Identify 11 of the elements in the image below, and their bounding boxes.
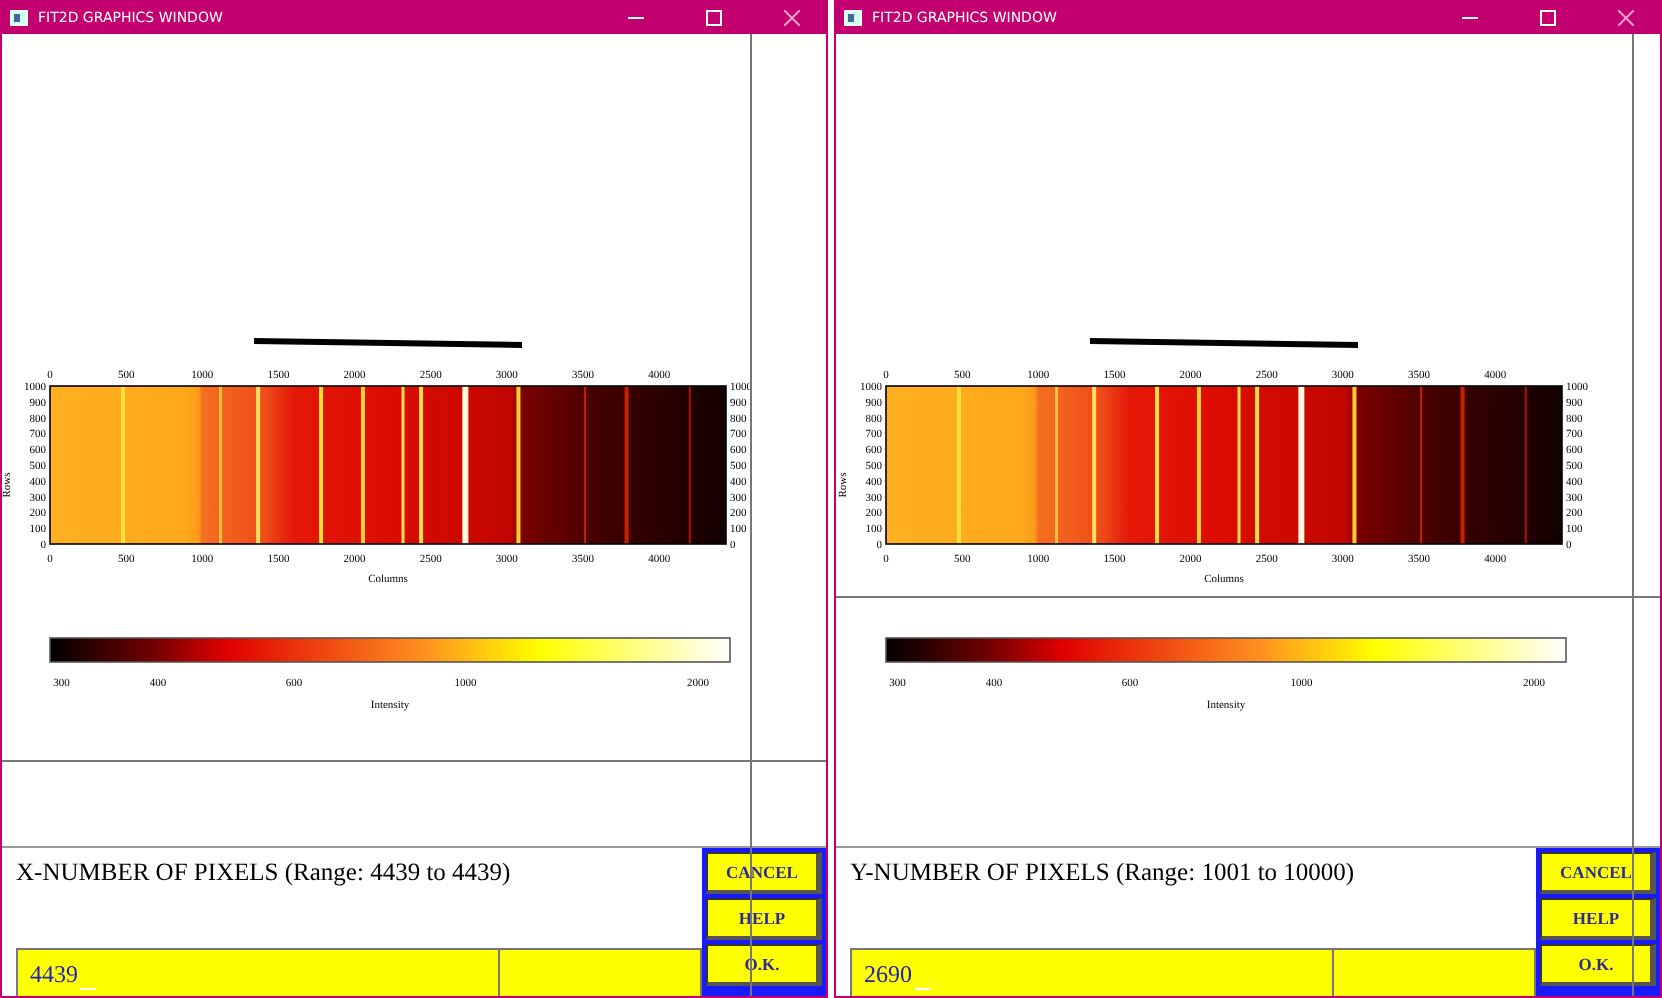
dialog-button[interactable]: CANCEL bbox=[1540, 852, 1656, 894]
dialog-button[interactable]: HELP bbox=[1540, 898, 1656, 940]
maximize-icon bbox=[706, 9, 722, 25]
prompt-text: X-NUMBER OF PIXELS (Range: 4439 to 4439) bbox=[14, 856, 513, 890]
app-icon bbox=[844, 9, 862, 25]
maximize-icon bbox=[1540, 9, 1556, 25]
prompt-text: Y-NUMBER OF PIXELS (Range: 1001 to 10000) bbox=[848, 856, 1357, 890]
dialog-button[interactable]: O.K. bbox=[1540, 944, 1656, 986]
close-icon bbox=[1618, 9, 1634, 25]
close-icon bbox=[784, 9, 800, 25]
app-icon bbox=[10, 9, 28, 25]
